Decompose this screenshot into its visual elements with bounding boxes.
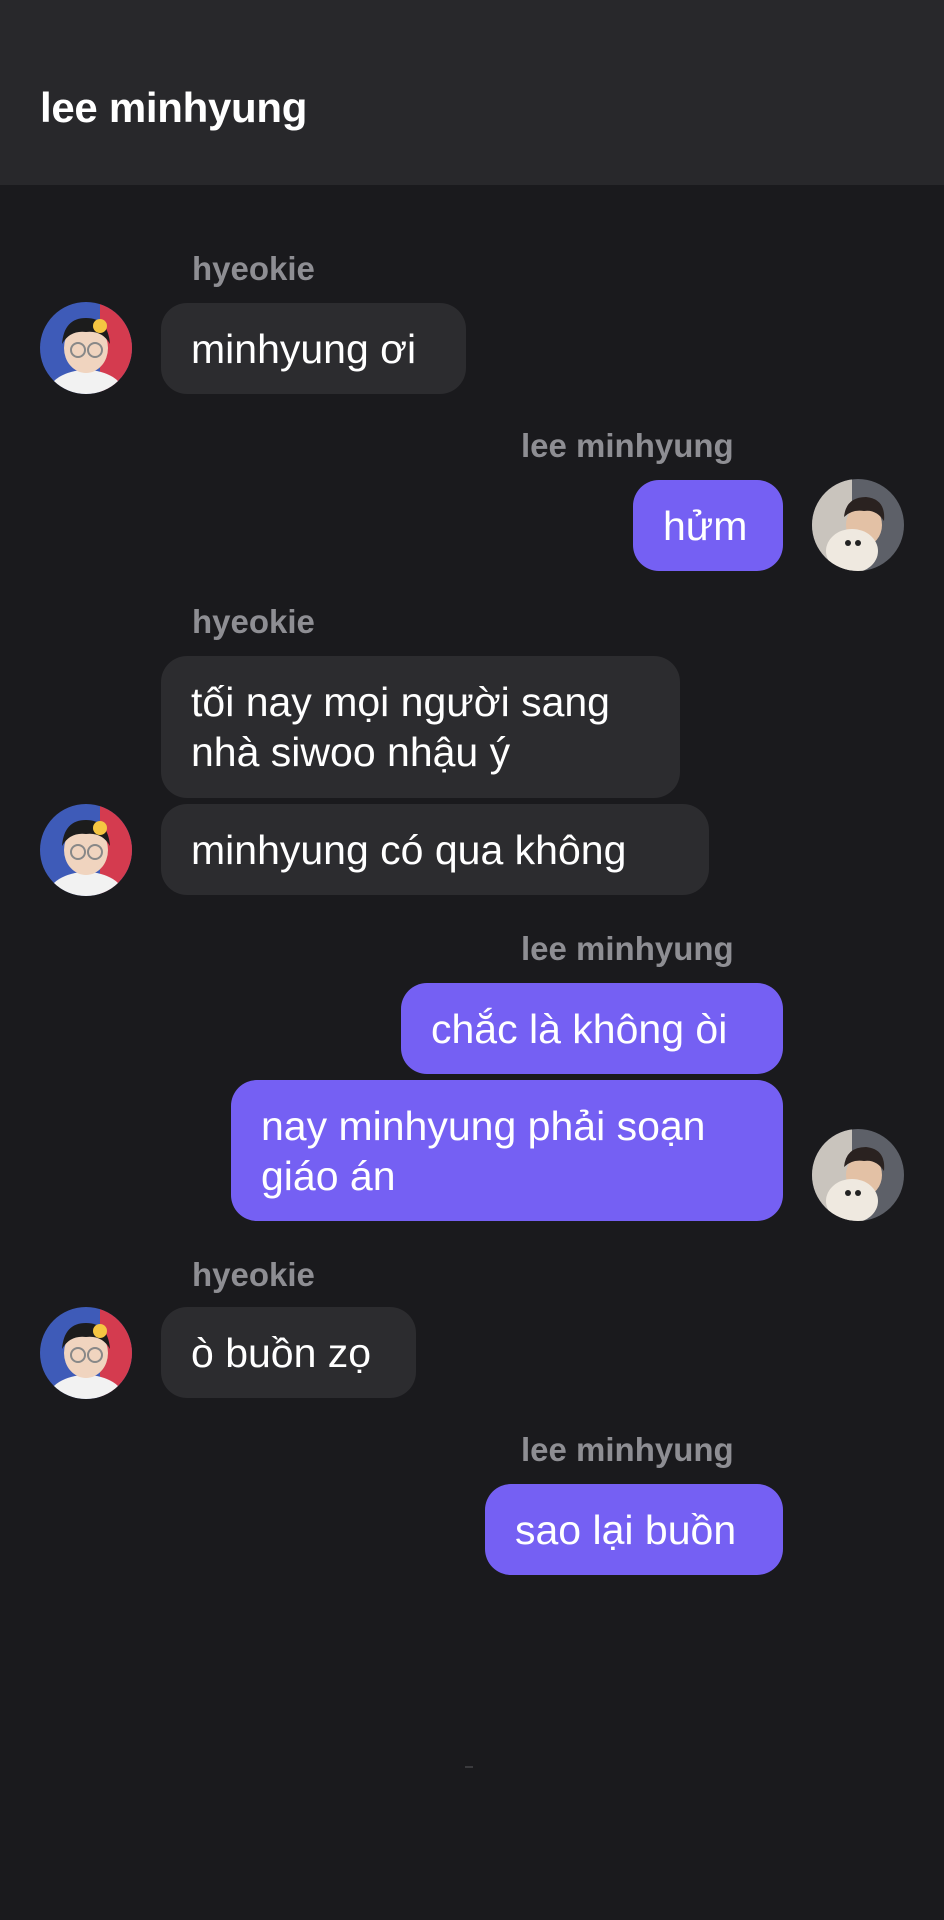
message-bubble[interactable]: ò buồn zọ (161, 1307, 416, 1398)
message-bubble[interactable]: hửm (633, 480, 783, 571)
message-bubble[interactable]: chắc là không òi (401, 983, 783, 1074)
hyeokie-avatar[interactable] (40, 804, 132, 896)
chat-header: lee minhyung (0, 0, 944, 185)
home-indicator (465, 1766, 473, 1768)
sender-name: lee minhyung (521, 1431, 734, 1468)
sender-name: hyeokie (192, 250, 315, 287)
hyeokie-avatar[interactable] (40, 1307, 132, 1399)
message-bubble[interactable]: minhyung có qua không (161, 804, 709, 895)
sender-name: lee minhyung (521, 427, 734, 464)
sender-name: hyeokie (192, 603, 315, 640)
chat-title: lee minhyung (40, 84, 308, 131)
message-bubble[interactable]: nay minhyung phải soạn giáo án (231, 1080, 783, 1221)
sender-name: lee minhyung (521, 930, 734, 967)
lee-minhyung-avatar[interactable] (812, 1129, 904, 1221)
hyeokie-avatar[interactable] (40, 302, 132, 394)
lee-minhyung-avatar[interactable] (812, 479, 904, 571)
message-bubble[interactable]: tối nay mọi người sang nhà siwoo nhậu ý (161, 656, 680, 798)
message-bubble[interactable]: sao lại buồn (485, 1484, 783, 1575)
sender-name: hyeokie (192, 1256, 315, 1293)
message-bubble[interactable]: minhyung ơi (161, 303, 466, 394)
